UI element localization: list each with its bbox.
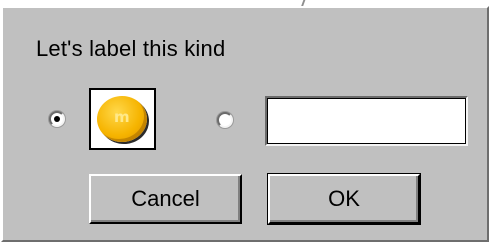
radio-text-option[interactable] [217, 112, 233, 128]
ok-button[interactable]: OK [267, 173, 421, 225]
yellow-candy-icon: m [97, 96, 147, 142]
candy-mark: m [114, 108, 130, 126]
radio-image-option[interactable] [49, 111, 65, 127]
label-text-input[interactable] [265, 96, 468, 146]
label-kind-dialog: Let's label this kind m Cancel OK [1, 6, 489, 242]
image-option-box[interactable]: m [89, 88, 156, 150]
radio-selected-dot [54, 116, 60, 122]
cancel-button[interactable]: Cancel [89, 174, 242, 224]
dialog-prompt: Let's label this kind [36, 36, 226, 61]
